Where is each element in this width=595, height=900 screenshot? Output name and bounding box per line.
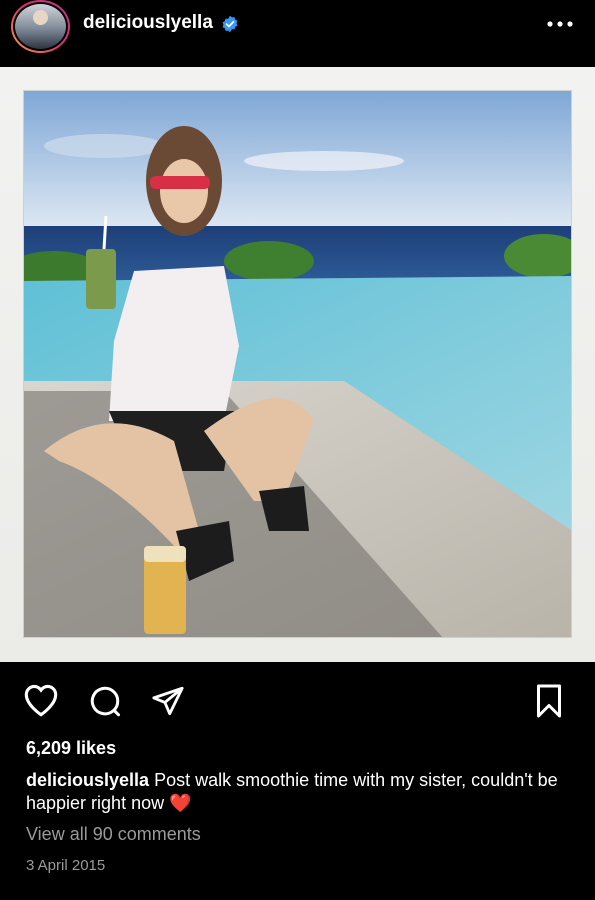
- heart-icon[interactable]: [22, 683, 60, 717]
- like-count[interactable]: 6,209 likes: [26, 738, 116, 759]
- post-caption: deliciouslyella Post walk smoothie time …: [26, 769, 566, 815]
- profile-avatar[interactable]: [13, 2, 68, 51]
- story-ring[interactable]: [11, 0, 70, 53]
- post-photo-illustration: [24, 91, 571, 637]
- view-comments-link[interactable]: View all 90 comments: [26, 824, 201, 845]
- comment-icon[interactable]: [87, 683, 123, 719]
- send-icon[interactable]: [150, 684, 186, 718]
- more-options-icon[interactable]: [546, 20, 574, 28]
- verified-badge-icon: [222, 15, 238, 33]
- post-photo[interactable]: [23, 90, 572, 638]
- post-actions: [0, 683, 595, 719]
- caption-username[interactable]: deliciouslyella: [26, 770, 149, 790]
- post-photo-frame: [0, 67, 595, 662]
- heart-emoji-icon: ❤️: [169, 793, 192, 813]
- post-header: deliciouslyella: [0, 0, 595, 67]
- post-date: 3 April 2015: [26, 857, 106, 874]
- username-link[interactable]: deliciouslyella: [83, 12, 213, 34]
- bookmark-icon[interactable]: [533, 683, 565, 719]
